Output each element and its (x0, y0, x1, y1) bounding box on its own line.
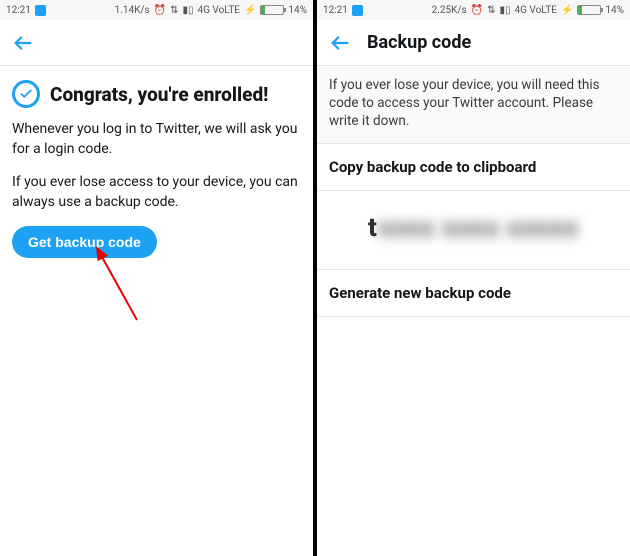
twitter-notif-icon (35, 5, 46, 16)
body-text-1: Whenever you log in to Twitter, we will … (12, 120, 301, 159)
app-bar (0, 20, 313, 66)
app-bar: Backup code (317, 20, 630, 66)
screen-backup-code: 12:21 2.25K/s ⏰ ⇅ ▮▯ 4G VoLTE ⚡ 14% Back… (317, 0, 630, 556)
status-network: 4G VoLTE (198, 5, 240, 16)
content-area: If you ever lose your device, you will n… (317, 66, 630, 317)
data-arrows-icon: ⇅ (170, 5, 178, 16)
code-prefix: t (368, 213, 378, 243)
status-speed: 2.25K/s (432, 5, 467, 16)
body-text-2: If you ever lose access to your device, … (12, 173, 301, 212)
page-title: Backup code (367, 32, 471, 53)
status-network: 4G VoLTE (515, 5, 557, 16)
status-battery: 14% (605, 5, 624, 16)
signal-icon: ▮▯ (183, 5, 194, 16)
generate-new-code-row[interactable]: Generate new backup code (317, 270, 630, 317)
back-button[interactable] (329, 32, 351, 54)
status-bar: 12:21 1.14K/s ⏰ ⇅ ▮▯ 4G VoLTE ⚡ 14% (0, 0, 313, 20)
status-time: 12:21 (323, 5, 348, 16)
alarm-icon: ⏰ (471, 5, 483, 16)
status-bar: 12:21 2.25K/s ⏰ ⇅ ▮▯ 4G VoLTE ⚡ 14% (317, 0, 630, 20)
charging-icon: ⚡ (244, 5, 256, 16)
code-redacted-icon: xxxx xxxx xxxxx (378, 213, 579, 243)
content-area: Congrats, you're enrolled! Whenever you … (0, 66, 313, 272)
get-backup-code-button[interactable]: Get backup code (12, 226, 157, 258)
battery-icon (577, 5, 601, 15)
data-arrows-icon: ⇅ (487, 5, 495, 16)
twitter-notif-icon (352, 5, 363, 16)
charging-icon: ⚡ (561, 5, 573, 16)
checkmark-circle-icon (12, 80, 40, 108)
status-battery: 14% (288, 5, 307, 16)
page-title: Congrats, you're enrolled! (50, 83, 268, 106)
back-button[interactable] (12, 32, 34, 54)
battery-icon (260, 5, 284, 15)
copy-backup-code-row[interactable]: Copy backup code to clipboard (317, 143, 630, 191)
signal-icon: ▮▯ (500, 5, 511, 16)
alarm-icon: ⏰ (154, 5, 166, 16)
screen-enrolled: 12:21 1.14K/s ⏰ ⇅ ▮▯ 4G VoLTE ⚡ 14% Cong… (0, 0, 313, 556)
status-speed: 1.14K/s (115, 5, 150, 16)
status-time: 12:21 (6, 5, 31, 16)
info-text: If you ever lose your device, you will n… (317, 66, 630, 143)
backup-code-display: txxxx xxxx xxxxx (317, 191, 630, 270)
